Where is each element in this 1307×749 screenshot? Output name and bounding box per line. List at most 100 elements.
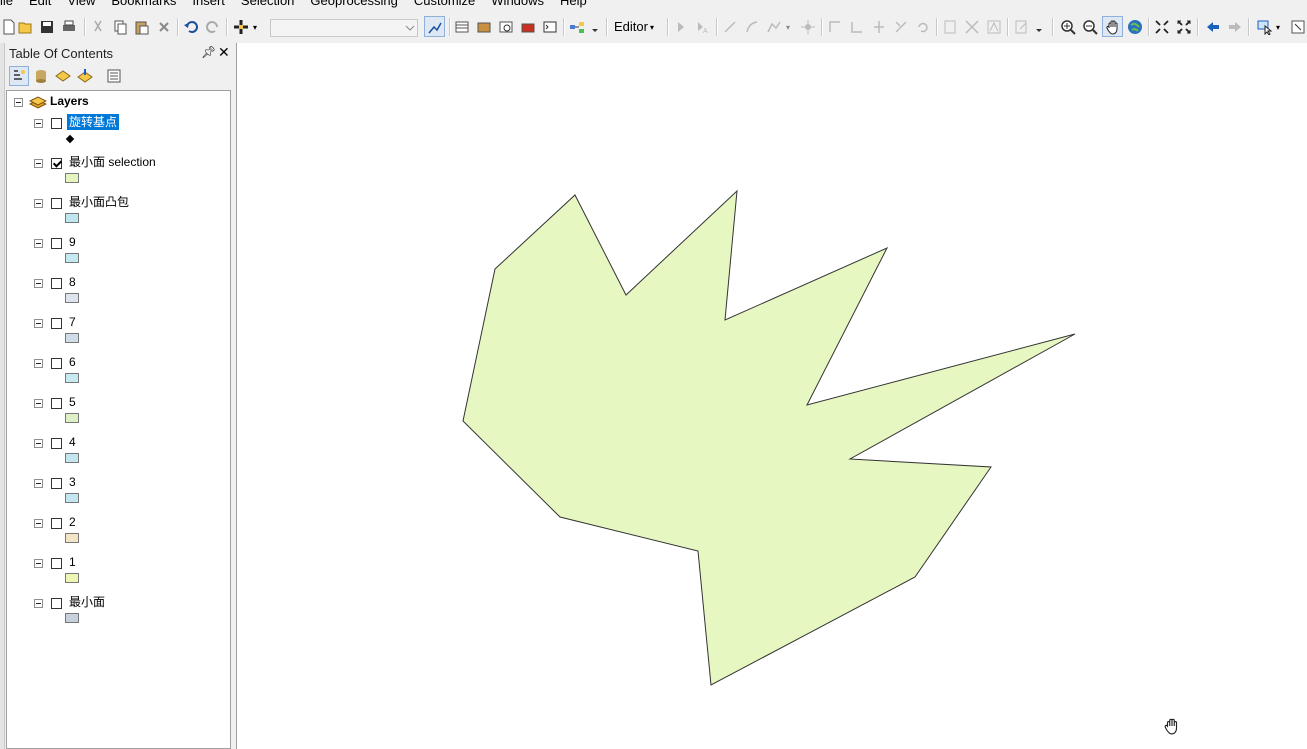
menu-item[interactable]: Help — [552, 0, 595, 9]
polygon-symbol[interactable] — [65, 293, 79, 303]
polygon-symbol[interactable] — [65, 613, 79, 623]
cut-icon[interactable] — [89, 18, 107, 36]
layer-name[interactable]: 9 — [69, 234, 76, 250]
layer-visibility-checkbox[interactable] — [51, 518, 62, 529]
end-point-arc-icon[interactable] — [743, 18, 761, 36]
layer-visibility-checkbox[interactable] — [51, 278, 62, 289]
polygon-symbol[interactable] — [65, 333, 79, 343]
layer-visibility-checkbox[interactable] — [51, 158, 62, 169]
menu-item[interactable]: Bookmarks — [103, 0, 184, 9]
layer-name[interactable]: 2 — [69, 514, 76, 530]
full-extent-icon[interactable] — [1126, 18, 1144, 36]
construction-tools-dropdown[interactable]: ▾ — [783, 18, 793, 36]
sketch-properties-icon[interactable] — [963, 18, 981, 36]
layer-name[interactable]: 6 — [69, 354, 76, 370]
menu-item[interactable]: Windows — [483, 0, 552, 9]
print-icon[interactable] — [60, 18, 78, 36]
map-scale-combo[interactable] — [270, 19, 418, 37]
polygon-symbol[interactable] — [65, 253, 79, 263]
paste-icon[interactable] — [133, 18, 151, 36]
layer-visibility-checkbox[interactable] — [51, 358, 62, 369]
menu-item[interactable]: ile — [0, 0, 21, 9]
layer-visibility-checkbox[interactable] — [51, 238, 62, 249]
layer-visibility-checkbox[interactable] — [51, 398, 62, 409]
layers-root-label[interactable]: Layers — [50, 94, 89, 108]
collapse-layer-icon[interactable] — [34, 399, 43, 408]
menu-item[interactable]: View — [59, 0, 103, 9]
table-icon[interactable] — [453, 18, 471, 36]
delete-icon[interactable] — [155, 18, 173, 36]
zoom-in-icon[interactable] — [1059, 18, 1077, 36]
polygon-symbol[interactable] — [65, 373, 79, 383]
polygon-symbol[interactable] — [65, 573, 79, 583]
new-icon[interactable] — [0, 18, 18, 36]
edit-tool-icon[interactable] — [672, 18, 690, 36]
copy-icon[interactable] — [111, 18, 129, 36]
menu-item[interactable]: Insert — [184, 0, 233, 9]
collapse-layer-icon[interactable] — [34, 439, 43, 448]
list-by-drawing-order-icon[interactable] — [9, 66, 29, 86]
collapse-layers-icon[interactable] — [14, 98, 23, 107]
pan-icon[interactable] — [1102, 16, 1123, 37]
arctoolbox-icon[interactable] — [519, 18, 537, 36]
menu-item[interactable]: Selection — [233, 0, 302, 9]
layer-name[interactable]: 最小面 — [69, 594, 105, 610]
layer-name[interactable]: 3 — [69, 474, 76, 490]
pin-icon[interactable]: 📌︎ — [201, 45, 216, 59]
collapse-layer-icon[interactable] — [34, 479, 43, 488]
layer-visibility-checkbox[interactable] — [51, 198, 62, 209]
collapse-layer-icon[interactable] — [34, 119, 43, 128]
map-view[interactable] — [236, 43, 1307, 749]
create-features-icon[interactable] — [1013, 18, 1031, 36]
layer-name[interactable]: 4 — [69, 434, 76, 450]
layer-name[interactable]: 最小面 selection — [69, 154, 156, 170]
layer-name[interactable]: 8 — [69, 274, 76, 290]
menu-item[interactable]: Geoprocessing — [302, 0, 405, 9]
polygon-symbol[interactable] — [65, 173, 79, 183]
undo-icon[interactable] — [182, 18, 200, 36]
add-data-icon[interactable] — [232, 18, 250, 36]
list-by-selection-icon[interactable] — [75, 66, 95, 86]
layer-name[interactable]: 旋转基点 — [67, 114, 120, 130]
search-window-icon[interactable] — [497, 18, 515, 36]
layer-name[interactable]: 最小面凸包 — [69, 194, 129, 210]
layer-visibility-checkbox[interactable] — [51, 438, 62, 449]
layer-name[interactable]: 5 — [69, 394, 76, 410]
polygon-symbol[interactable] — [65, 533, 79, 543]
forward-icon[interactable] — [1226, 18, 1244, 36]
select-icon[interactable] — [1255, 18, 1273, 36]
menu-item[interactable]: Edit — [21, 0, 59, 9]
polygon-symbol[interactable] — [65, 453, 79, 463]
reshape-icon[interactable] — [848, 18, 866, 36]
fixed-zoom-out-icon[interactable] — [1175, 18, 1193, 36]
layer-visibility-checkbox[interactable] — [51, 598, 62, 609]
collapse-layer-icon[interactable] — [34, 359, 43, 368]
collapse-layer-icon[interactable] — [34, 519, 43, 528]
collapse-layer-icon[interactable] — [34, 239, 43, 248]
add-data-dropdown[interactable]: ▾ — [250, 18, 260, 36]
zoom-out-icon[interactable] — [1081, 18, 1099, 36]
clear-selection-icon[interactable] — [1289, 18, 1307, 36]
collapse-layer-icon[interactable] — [34, 599, 43, 608]
save-icon[interactable] — [38, 18, 56, 36]
trace-icon[interactable] — [765, 18, 783, 36]
edit-annotation-icon[interactable]: A — [694, 18, 712, 36]
layer-visibility-checkbox[interactable] — [51, 558, 62, 569]
polygon-symbol[interactable] — [65, 493, 79, 503]
redo-icon[interactable] — [204, 18, 222, 36]
editor-menu-button[interactable]: Editor ▾ — [614, 18, 654, 36]
straight-segment-icon[interactable] — [721, 18, 739, 36]
polygon-symbol[interactable] — [65, 213, 79, 223]
layer-visibility-checkbox[interactable] — [51, 118, 62, 129]
layer-name[interactable]: 1 — [69, 554, 76, 570]
open-icon[interactable] — [17, 18, 35, 36]
catalog-icon[interactable] — [475, 18, 493, 36]
polygon-feature[interactable] — [462, 189, 1076, 686]
toolbar-overflow[interactable] — [590, 18, 600, 36]
fixed-zoom-in-icon[interactable] — [1153, 18, 1171, 36]
topology-icon[interactable] — [985, 18, 1003, 36]
rotate-icon[interactable] — [914, 18, 932, 36]
menu-item[interactable]: Customize — [406, 0, 483, 9]
python-window-icon[interactable] — [541, 18, 559, 36]
collapse-layer-icon[interactable] — [34, 559, 43, 568]
